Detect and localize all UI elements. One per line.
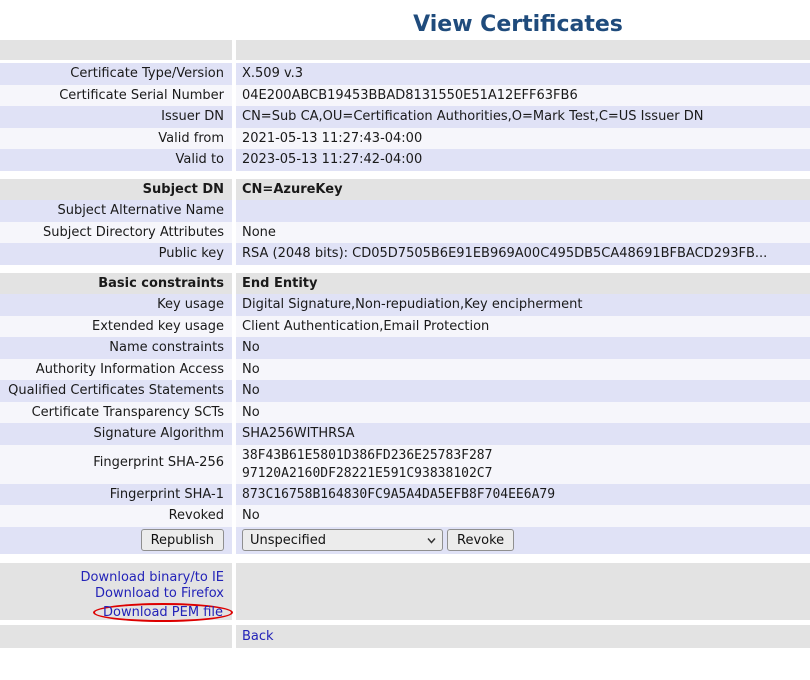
header-spacer-left: [0, 40, 232, 60]
actions-left-cell: Republish: [0, 527, 232, 554]
section-header-value: CN=AzureKey: [236, 179, 810, 201]
table-header-spacer: [0, 40, 810, 60]
row-value: Digital Signature,Non-repudiation,Key en…: [236, 294, 810, 316]
row-label: Fingerprint SHA-256: [0, 445, 232, 484]
download-binary-ie-link[interactable]: Download binary/to IE: [81, 570, 224, 585]
section-header-value: End Entity: [236, 273, 810, 295]
row-label: Extended key usage: [0, 316, 232, 338]
row-value: No: [236, 505, 810, 527]
download-pem-link[interactable]: Download PEM file: [103, 605, 223, 620]
table-row-fingerprint-sha256: Fingerprint SHA-256 38F43B61E5801D386FD2…: [0, 445, 810, 484]
table-row: Extended key usage Client Authentication…: [0, 316, 810, 338]
row-label: Certificate Type/Version: [0, 63, 232, 85]
row-value: No: [236, 402, 810, 424]
back-row-left-cell: [0, 625, 232, 648]
download-links-cell: Download binary/to IE Download to Firefo…: [0, 563, 232, 620]
row-label: Subject Directory Attributes: [0, 222, 232, 244]
table-row: Qualified Certificates Statements No: [0, 380, 810, 402]
row-label: Valid to: [0, 149, 232, 171]
table-row: Signature Algorithm SHA256WITHRSA: [0, 423, 810, 445]
table-row: Valid to 2023-05-13 11:27:42-04:00: [0, 149, 810, 171]
row-value: 2021-05-13 11:27:43-04:00: [236, 128, 810, 150]
row-label: Qualified Certificates Statements: [0, 380, 232, 402]
table-row: Public key RSA (2048 bits): CD05D7505B6E…: [0, 243, 810, 265]
sha256-line1: 38F43B61E5801D386FD236E25783F287: [242, 448, 492, 463]
page-title: View Certificates: [0, 0, 810, 40]
back-row-right-cell: Back: [236, 625, 810, 648]
row-label: Revoked: [0, 505, 232, 527]
row-value: 04E200ABCB19453BBAD8131550E51A12EFF63FB6: [236, 85, 810, 107]
row-label: Certificate Transparency SCTs: [0, 402, 232, 424]
red-ellipse-annotation: Download PEM file: [93, 603, 233, 622]
row-label: Authority Information Access: [0, 359, 232, 381]
sha256-line2: 97120A2160DF28221E591C93838102C7: [242, 466, 492, 481]
row-label: Public key: [0, 243, 232, 265]
row-value: SHA256WITHRSA: [236, 423, 810, 445]
row-label: Valid from: [0, 128, 232, 150]
download-section: Download binary/to IE Download to Firefo…: [0, 563, 810, 620]
table-row: Certificate Serial Number 04E200ABCB1945…: [0, 85, 810, 107]
table-row: Subject Alternative Name: [0, 200, 810, 222]
section-header-label: Subject DN: [0, 179, 232, 201]
row-value: CN=Sub CA,OU=Certification Authorities,O…: [236, 106, 810, 128]
download-section-right-cell: [236, 563, 810, 620]
table-row-fingerprint-sha1: Fingerprint SHA-1 873C16758B164830FC9A5A…: [0, 484, 810, 506]
row-value: No: [236, 337, 810, 359]
header-spacer-right: [236, 40, 810, 60]
row-value: [236, 200, 810, 222]
row-label: Subject Alternative Name: [0, 200, 232, 222]
back-row: Back: [0, 625, 810, 648]
table-row: Certificate Type/Version X.509 v.3: [0, 63, 810, 85]
row-value: 873C16758B164830FC9A5A4DA5EFB8F704EE6A79: [236, 484, 810, 506]
table-row: Subject Directory Attributes None: [0, 222, 810, 244]
table-row: Certificate Transparency SCTs No: [0, 402, 810, 424]
row-value: RSA (2048 bits): CD05D7505B6E91EB969A00C…: [236, 243, 810, 265]
row-value: 38F43B61E5801D386FD236E25783F287 97120A2…: [236, 445, 810, 484]
table-row: Name constraints No: [0, 337, 810, 359]
table-row: Key usage Digital Signature,Non-repudiat…: [0, 294, 810, 316]
section-header-label: Basic constraints: [0, 273, 232, 295]
republish-button[interactable]: Republish: [141, 529, 224, 551]
section-header-basic-constraints: Basic constraints End Entity: [0, 273, 810, 295]
section-header-subject-dn: Subject DN CN=AzureKey: [0, 179, 810, 201]
actions-row: Republish Unspecified Revoke: [0, 527, 810, 554]
download-firefox-link[interactable]: Download to Firefox: [95, 586, 224, 601]
row-label: Issuer DN: [0, 106, 232, 128]
row-label: Key usage: [0, 294, 232, 316]
row-label: Fingerprint SHA-1: [0, 484, 232, 506]
row-value: Client Authentication,Email Protection: [236, 316, 810, 338]
table-row: Valid from 2021-05-13 11:27:43-04:00: [0, 128, 810, 150]
row-label: Name constraints: [0, 337, 232, 359]
table-row: Issuer DN CN=Sub CA,OU=Certification Aut…: [0, 106, 810, 128]
row-value: None: [236, 222, 810, 244]
revoke-reason-select[interactable]: Unspecified: [242, 529, 443, 551]
table-row: Authority Information Access No: [0, 359, 810, 381]
row-value: 2023-05-13 11:27:42-04:00: [236, 149, 810, 171]
revoke-reason-select-wrap: Unspecified: [242, 529, 443, 551]
back-link[interactable]: Back: [242, 629, 274, 644]
certificate-table: Certificate Type/Version X.509 v.3 Certi…: [0, 40, 810, 648]
row-label: Certificate Serial Number: [0, 85, 232, 107]
revoke-button[interactable]: Revoke: [447, 529, 514, 551]
row-value: No: [236, 380, 810, 402]
row-value: No: [236, 359, 810, 381]
row-label: Signature Algorithm: [0, 423, 232, 445]
table-row-revoked: Revoked No: [0, 505, 810, 527]
row-value: X.509 v.3: [236, 63, 810, 85]
actions-right-cell: Unspecified Revoke: [236, 527, 810, 554]
